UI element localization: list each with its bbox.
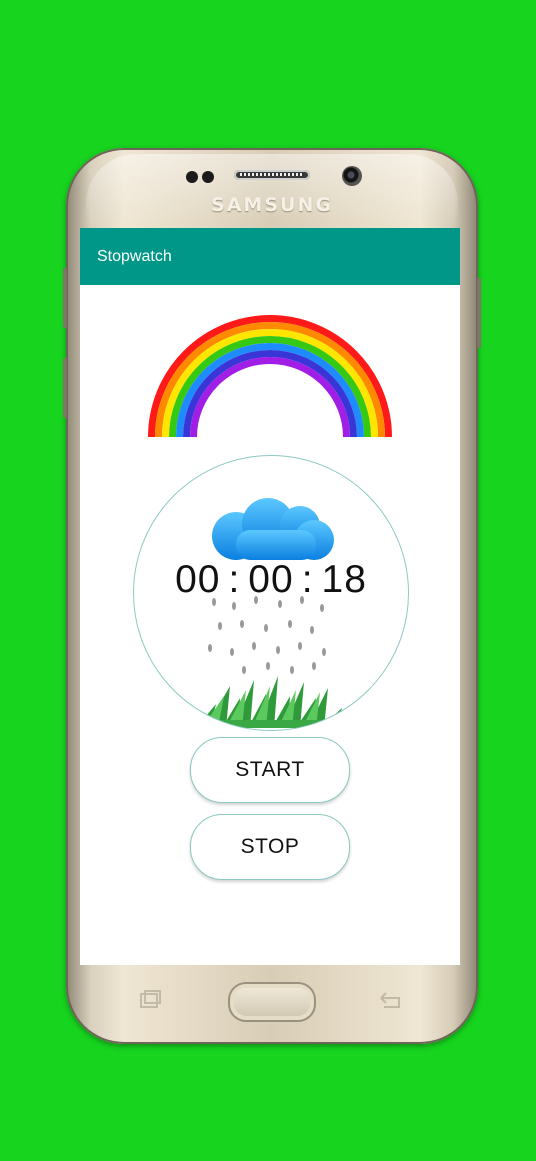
- timer-display: 00:00:18: [134, 558, 408, 602]
- recents-key-icon[interactable]: [138, 990, 162, 1010]
- front-camera-icon: [342, 166, 362, 186]
- timer-separator: :: [228, 558, 241, 601]
- earpiece: [234, 170, 310, 180]
- stopwatch-dial: 00:00:18: [133, 455, 409, 731]
- timer-minutes: 00: [248, 558, 294, 601]
- timer-seconds: 18: [321, 558, 367, 601]
- stop-button[interactable]: STOP: [190, 814, 350, 880]
- cloud-icon: [212, 498, 334, 560]
- phone-frame: SAMSUNG Stopwatch 00: 00: 18 START STO…: [63, 148, 481, 1044]
- grass-image: [196, 676, 342, 728]
- screen: Stopwatch 00: 00: 18 START STOP: [80, 228, 460, 965]
- home-key[interactable]: [228, 982, 316, 1022]
- start-button[interactable]: START: [190, 737, 350, 803]
- timer-hours: 00: [175, 558, 221, 601]
- sensor-icon: [202, 171, 214, 183]
- volume-button: [63, 268, 67, 328]
- app-title: Stopwatch: [97, 247, 172, 265]
- app-bar: Stopwatch: [80, 228, 460, 285]
- power-button: [477, 278, 481, 348]
- back-key-icon[interactable]: [378, 990, 402, 1010]
- stage: SAMSUNG Stopwatch 00: 00: 18 START STO…: [0, 0, 536, 1161]
- bixby-button: [63, 358, 67, 418]
- device-brand: SAMSUNG: [211, 194, 333, 216]
- sensor-icon: [186, 171, 198, 183]
- timer-separator: :: [301, 558, 314, 601]
- rainbow-image: [148, 315, 392, 438]
